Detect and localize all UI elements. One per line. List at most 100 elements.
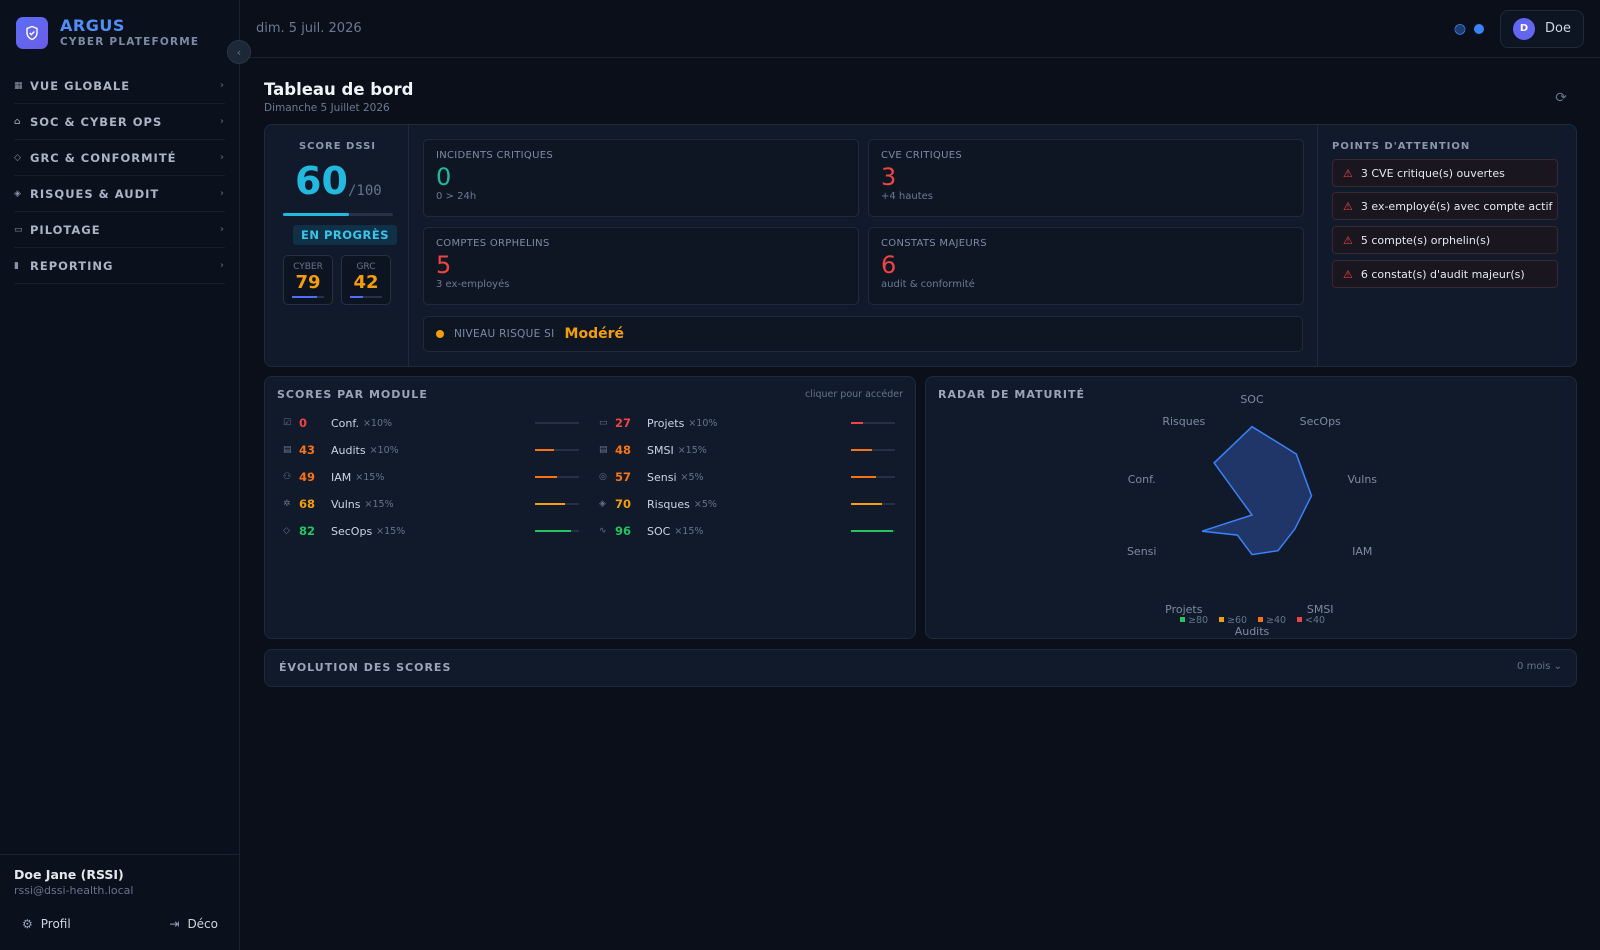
cyber-label: CYBER bbox=[293, 262, 323, 272]
module-row-risques[interactable]: ◈ 70 Risques ×5% bbox=[599, 494, 717, 514]
evolution-range[interactable]: 0 mois ⌄ bbox=[1517, 661, 1562, 672]
module-row-soc[interactable]: ∿ 96 SOC ×15% bbox=[599, 521, 703, 541]
module-name: Conf. bbox=[331, 416, 359, 430]
brand[interactable]: ARGUS CYBER PLATEFORME bbox=[0, 0, 239, 66]
attention-item[interactable]: ⚠ 3 CVE critique(s) ouvertes bbox=[1332, 159, 1558, 187]
sidebar-item-label: SOC & CYBER OPS bbox=[30, 114, 163, 129]
bar-chart-icon: ▮ bbox=[14, 260, 20, 271]
briefcase-icon: ▭ bbox=[14, 224, 24, 235]
chevron-right-icon: › bbox=[219, 80, 225, 91]
radar-axis-label: SMSI bbox=[1307, 603, 1334, 616]
radar-axis-label: Audits bbox=[1235, 625, 1270, 638]
legend-swatch bbox=[1180, 617, 1185, 622]
shield-alert-icon: ◈ bbox=[599, 499, 606, 509]
logout-icon: ⇥ bbox=[169, 917, 180, 931]
sidebar-item-risques[interactable]: ◈ RISQUES & AUDIT › bbox=[14, 176, 225, 212]
kpi-major-findings[interactable]: CONSTATS MAJEURS 6 audit & conformité bbox=[868, 227, 1304, 305]
attention-item[interactable]: ⚠ 5 compte(s) orphelin(s) bbox=[1332, 226, 1558, 254]
radar-axis-label: Risques bbox=[1162, 415, 1205, 428]
cyber-score[interactable]: CYBER 79 bbox=[283, 255, 333, 305]
kpi-label: COMPTES ORPHELINS bbox=[436, 238, 550, 249]
score-value: 60 bbox=[295, 159, 348, 203]
refresh-icon[interactable]: ⟳ bbox=[1555, 90, 1567, 106]
module-score: 27 bbox=[615, 416, 632, 430]
sidebar-item-grc[interactable]: ◇ GRC & CONFORMITÉ › bbox=[14, 140, 225, 176]
module-weight: ×10% bbox=[688, 417, 718, 429]
grid-icon: ▦ bbox=[14, 80, 24, 91]
access-hint: cliquer pour accéder bbox=[804, 389, 903, 400]
profile-label: Profil bbox=[40, 917, 71, 931]
kpi-label: CVE CRITIQUES bbox=[881, 150, 963, 161]
module-progress-bar bbox=[535, 503, 579, 505]
brand-subtitle: CYBER PLATEFORME bbox=[60, 36, 200, 48]
module-row-conf[interactable]: ☑ 0 Conf. ×10% bbox=[283, 413, 392, 433]
legend-label: ≥40 bbox=[1266, 615, 1286, 626]
dssi-score: SCORE DSSI 60 /100 EN PROGRÈS CYBER 79 G… bbox=[265, 125, 409, 366]
module-progress-bar bbox=[851, 422, 895, 424]
module-name: SOC bbox=[647, 524, 671, 538]
kpi-cve[interactable]: CVE CRITIQUES 3 +4 hautes bbox=[868, 139, 1304, 217]
module-row-iam[interactable]: ⚇ 49 IAM ×15% bbox=[283, 467, 384, 487]
module-row-vulns[interactable]: ✲ 68 Vulns ×15% bbox=[283, 494, 394, 514]
user-email: rssi@dssi-health.local bbox=[14, 884, 134, 897]
chevron-right-icon: › bbox=[219, 152, 225, 163]
warning-icon: ⚠ bbox=[1343, 267, 1353, 281]
topbar: dim. 5 juil. 2026 ◍ D Doe bbox=[240, 0, 1600, 58]
sidebar-item-label: PILOTAGE bbox=[30, 222, 101, 237]
module-name: SMSI bbox=[647, 443, 674, 457]
attention-item[interactable]: ⚠ 6 constat(s) d'audit majeur(s) bbox=[1332, 260, 1558, 288]
eye-icon: ◎ bbox=[599, 472, 607, 482]
gear-icon: ⚙ bbox=[22, 917, 33, 931]
module-row-audits[interactable]: ▤ 43 Audits ×10% bbox=[283, 440, 399, 460]
user-menu-button[interactable]: D Doe bbox=[1500, 9, 1584, 48]
module-row-sensi[interactable]: ◎ 57 Sensi ×5% bbox=[599, 467, 704, 487]
evolution-panel[interactable]: ÉVOLUTION DES SCORES 0 mois ⌄ bbox=[264, 649, 1577, 687]
collapse-sidebar-button[interactable]: ‹ bbox=[227, 40, 251, 64]
palette-icon[interactable]: ◍ bbox=[1454, 21, 1466, 37]
logout-button[interactable]: ⇥ Déco bbox=[169, 917, 218, 931]
radar-axis-label: IAM bbox=[1352, 545, 1372, 558]
status-dot bbox=[1474, 23, 1485, 34]
sidebar-item-reporting[interactable]: ▮ REPORTING › bbox=[14, 248, 225, 284]
module-scores-panel: SCORES PAR MODULE cliquer pour accéder ☑… bbox=[264, 376, 916, 639]
profile-button[interactable]: ⚙ Profil bbox=[22, 917, 71, 931]
sidebar-item-soc[interactable]: ⌂ SOC & CYBER OPS › bbox=[14, 104, 225, 140]
legend-swatch bbox=[1219, 617, 1224, 622]
attention-points: POINTS D'ATTENTION ⚠ 3 CVE critique(s) ou… bbox=[1317, 125, 1575, 366]
grc-score[interactable]: GRC 42 bbox=[341, 255, 391, 305]
sidebar-item-label: RISQUES & AUDIT bbox=[30, 186, 160, 201]
attention-text: 3 ex-employé(s) avec compte actif bbox=[1360, 199, 1553, 213]
module-score: 57 bbox=[615, 470, 632, 484]
clipboard-icon: ▤ bbox=[283, 445, 292, 455]
module-weight: ×5% bbox=[693, 498, 717, 510]
radar-axis-label: Projets bbox=[1165, 603, 1203, 616]
radar-axis-label: SOC bbox=[1240, 393, 1264, 406]
module-score: 49 bbox=[299, 470, 316, 484]
kpi-orphan-accounts[interactable]: COMPTES ORPHELINS 5 3 ex-employés bbox=[423, 227, 859, 305]
module-row-projets[interactable]: ▭ 27 Projets ×10% bbox=[599, 413, 717, 433]
score-label: SCORE DSSI bbox=[298, 141, 377, 152]
chevron-down-icon: ⌄ bbox=[1553, 661, 1562, 672]
kpi-label: INCIDENTS CRITIQUES bbox=[436, 150, 553, 161]
attention-text: 3 CVE critique(s) ouvertes bbox=[1360, 166, 1505, 180]
section-title: SCORES PAR MODULE bbox=[277, 388, 428, 401]
sidebar-item-vue-globale[interactable]: ▦ VUE GLOBALE › bbox=[14, 68, 225, 104]
kpi-value: 0 bbox=[436, 163, 452, 191]
kpi-incidents[interactable]: INCIDENTS CRITIQUES 0 0 > 24h bbox=[423, 139, 859, 217]
user-name: Doe Jane (RSSI) bbox=[14, 867, 124, 882]
module-name: Vulns bbox=[331, 497, 361, 511]
module-progress-bar bbox=[535, 476, 579, 478]
main-content: Tableau de bord Dimanche 5 Juillet 2026 … bbox=[264, 58, 1577, 687]
risk-level: NIVEAU RISQUE SI Modéré bbox=[423, 316, 1303, 352]
module-row-smsi[interactable]: ▤ 48 SMSI ×15% bbox=[599, 440, 707, 460]
module-row-secops[interactable]: ◇ 82 SecOps ×15% bbox=[283, 521, 405, 541]
sidebar-item-pilotage[interactable]: ▭ PILOTAGE › bbox=[14, 212, 225, 248]
briefcase-icon: ▭ bbox=[599, 418, 608, 428]
module-progress-bar bbox=[851, 476, 895, 478]
sidebar-user: Doe Jane (RSSI) rssi@dssi-health.local ⚙… bbox=[0, 854, 240, 950]
warning-icon: ⚠ bbox=[1343, 233, 1353, 247]
attention-item[interactable]: ⚠ 3 ex-employé(s) avec compte actif bbox=[1332, 192, 1558, 220]
module-weight: ×5% bbox=[680, 471, 704, 483]
range-label: 0 mois bbox=[1517, 661, 1551, 672]
chevron-right-icon: › bbox=[219, 260, 225, 271]
